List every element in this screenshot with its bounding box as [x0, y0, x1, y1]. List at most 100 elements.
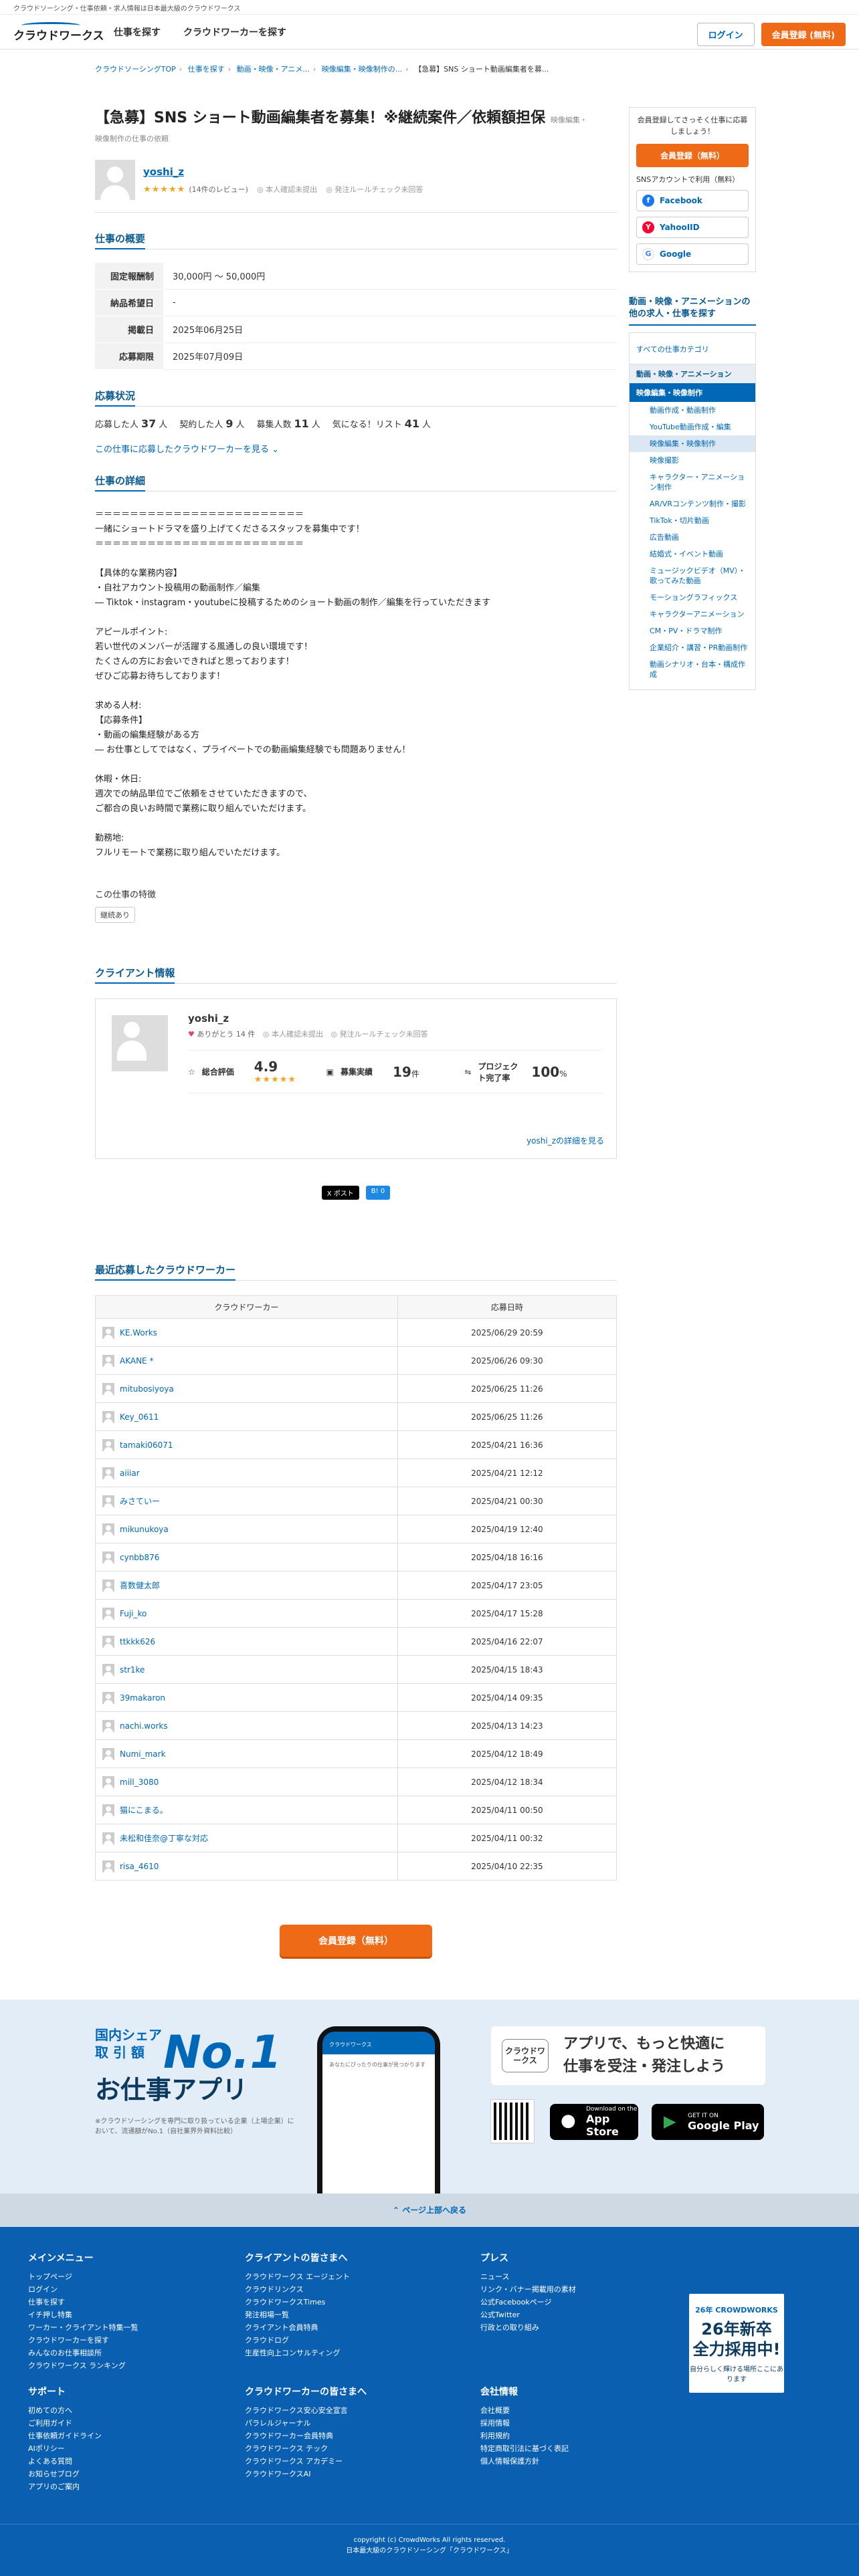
register-cta-button[interactable]: 会員登録（無料）	[280, 1925, 432, 1957]
footer-link[interactable]: 仕事依頼ガイドライン	[28, 2430, 102, 2442]
nav-find-workers[interactable]: クラウドワーカーを探す	[183, 25, 286, 39]
avatar[interactable]	[102, 1410, 114, 1423]
footer-link[interactable]: 採用情報	[480, 2417, 569, 2430]
footer-link[interactable]: イチ押し特集	[28, 2309, 138, 2321]
footer-link[interactable]: クラウドワークス テック	[245, 2442, 367, 2455]
review-count[interactable]: (14件のレビュー)	[189, 185, 248, 194]
footer-link[interactable]: 個人情報保護方針	[480, 2455, 569, 2468]
worker-name[interactable]: 喜数健太郎	[120, 1580, 160, 1591]
category-item[interactable]: TikTok・切片動画	[630, 512, 755, 529]
worker-name[interactable]: nachi.works	[120, 1721, 168, 1731]
category-item[interactable]: キャラクターアニメーション	[630, 606, 755, 623]
worker-name[interactable]: Numi_mark	[120, 1749, 166, 1759]
footer-link[interactable]: 初めての方へ	[28, 2404, 102, 2417]
sidebar-register-button[interactable]: 会員登録（無料）	[636, 144, 749, 167]
footer-link[interactable]: パラレルジャーナル	[245, 2417, 367, 2430]
x-post-button[interactable]: X ポスト	[321, 1186, 359, 1200]
avatar[interactable]	[102, 1438, 114, 1451]
avatar[interactable]	[102, 1382, 114, 1395]
avatar[interactable]	[102, 1607, 114, 1620]
app-store-button[interactable]: ● Download on the App Store	[550, 2104, 638, 2140]
register-button[interactable]: 会員登録 (無料)	[761, 23, 846, 46]
category-item[interactable]: YouTube動画作成・編集	[630, 419, 755, 435]
footer-link[interactable]: 生産性向上コンサルティング	[245, 2347, 350, 2359]
login-button[interactable]: ログイン	[696, 23, 755, 46]
category-item[interactable]: AR/VRコンテンツ制作・撮影	[630, 496, 755, 512]
avatar[interactable]	[102, 1719, 114, 1732]
worker-name[interactable]: mikunukoya	[120, 1525, 169, 1534]
footer-link[interactable]: クラウドワーカー会員特典	[245, 2430, 367, 2442]
footer-link[interactable]: AIポリシー	[28, 2442, 102, 2455]
worker-name[interactable]: tamaki06071	[120, 1440, 173, 1450]
worker-name[interactable]: mill_3080	[120, 1778, 159, 1787]
category-item[interactable]: CM・PV・ドラマ制作	[630, 623, 755, 639]
job-category-tag[interactable]: 映像編集・	[551, 116, 587, 124]
footer-link[interactable]: 発注相場一覧	[245, 2309, 350, 2321]
avatar[interactable]	[102, 1326, 114, 1339]
footer-link[interactable]: クラウドワークスAI	[245, 2468, 367, 2480]
breadcrumb-item[interactable]: 映像編集・映像制作の...	[322, 65, 403, 74]
worker-name[interactable]: cynbb876	[120, 1553, 159, 1562]
breadcrumb-item[interactable]: 動画・映像・アニメ...	[237, 65, 310, 74]
footer-link[interactable]: クラウドワークス エージェント	[245, 2270, 350, 2283]
page-top-link[interactable]: ⌃ ページ上部へ戻る	[0, 2193, 859, 2227]
footer-link[interactable]: クラウドリンクス	[245, 2283, 350, 2296]
avatar[interactable]	[102, 1776, 114, 1788]
footer-link[interactable]: お知らせブログ	[28, 2468, 102, 2480]
site-logo[interactable]: クラウドワークス	[13, 21, 114, 42]
category-item[interactable]: 企業紹介・講習・PR動画制作	[630, 639, 755, 656]
footer-link[interactable]: 利用規約	[480, 2430, 569, 2442]
worker-name[interactable]: 39makaron	[120, 1693, 165, 1703]
recruit-banner[interactable]: 26年 CROWDWORKS 26年新卒 全力採用中! 自分らしく輝ける場所ここ…	[689, 2294, 784, 2393]
avatar[interactable]	[102, 1804, 114, 1816]
all-categories-link[interactable]: すべての仕事カテゴリ	[630, 340, 755, 364]
avatar[interactable]	[102, 1747, 114, 1760]
owner-name[interactable]: yoshi_z	[143, 166, 423, 178]
footer-link[interactable]: 行政との取り組み	[480, 2321, 576, 2334]
client-detail-link[interactable]: yoshi_zの詳細を見る	[527, 1135, 604, 1146]
avatar[interactable]	[102, 1860, 114, 1872]
worker-name[interactable]: KE.Works	[120, 1328, 157, 1337]
hatena-bookmark-button[interactable]: B! 0	[365, 1186, 391, 1200]
footer-link[interactable]: ログイン	[28, 2283, 138, 2296]
avatar[interactable]	[102, 1354, 114, 1367]
worker-name[interactable]: みさていー	[120, 1495, 160, 1507]
footer-link[interactable]: トップページ	[28, 2270, 138, 2283]
worker-name[interactable]: aiiiar	[120, 1469, 140, 1478]
footer-link[interactable]: ご利用ガイド	[28, 2417, 102, 2430]
footer-link[interactable]: 特定商取引法に基づく表記	[480, 2442, 569, 2455]
worker-name[interactable]: Fuji_ko	[120, 1609, 147, 1618]
breadcrumb-item[interactable]: クラウドソーシングTOP	[95, 65, 176, 74]
category-item[interactable]: キャラクター・アニメーション制作	[630, 469, 755, 496]
worker-name[interactable]: 未松和佳奈@丁寧な対応	[120, 1832, 208, 1844]
category-group[interactable]: 動画・映像・アニメーション	[630, 364, 755, 383]
nav-find-jobs[interactable]: 仕事を探す	[114, 25, 161, 39]
yahoo-login-button[interactable]: Y YahooIID	[636, 217, 749, 238]
avatar[interactable]	[102, 1691, 114, 1704]
avatar[interactable]	[102, 1551, 114, 1564]
category-item[interactable]: 広告動画	[630, 529, 755, 546]
avatar[interactable]	[102, 1579, 114, 1592]
avatar[interactable]	[102, 1635, 114, 1648]
footer-link[interactable]: クラウドワークス ランキング	[28, 2359, 138, 2372]
category-item[interactable]: 動画作成・動画制作	[630, 402, 755, 419]
avatar[interactable]	[102, 1663, 114, 1676]
footer-link[interactable]: クラウドワークス安心安全宣言	[245, 2404, 367, 2417]
avatar[interactable]	[95, 160, 135, 200]
google-login-button[interactable]: G Google	[636, 243, 749, 265]
category-item[interactable]: 結婚式・イベント動画	[630, 546, 755, 562]
worker-name[interactable]: Key_0611	[120, 1412, 159, 1422]
footer-link[interactable]: みんなのお仕事相談所	[28, 2347, 138, 2359]
footer-link[interactable]: クラウドログ	[245, 2334, 350, 2347]
footer-link[interactable]: 公式Facebookページ	[480, 2296, 576, 2309]
avatar[interactable]	[102, 1523, 114, 1535]
avatar[interactable]	[102, 1832, 114, 1844]
avatar[interactable]	[102, 1495, 114, 1507]
worker-name[interactable]: ttkkk626	[120, 1637, 155, 1646]
category-item[interactable]: 映像編集・映像制作	[630, 435, 755, 452]
footer-link[interactable]: クラウドワーカーを探す	[28, 2334, 138, 2347]
category-group-active[interactable]: 映像編集・映像制作	[630, 383, 755, 402]
footer-link[interactable]: 仕事を探す	[28, 2296, 138, 2309]
avatar[interactable]	[112, 1015, 168, 1071]
footer-link[interactable]: リンク・バナー掲載用の素材	[480, 2283, 576, 2296]
